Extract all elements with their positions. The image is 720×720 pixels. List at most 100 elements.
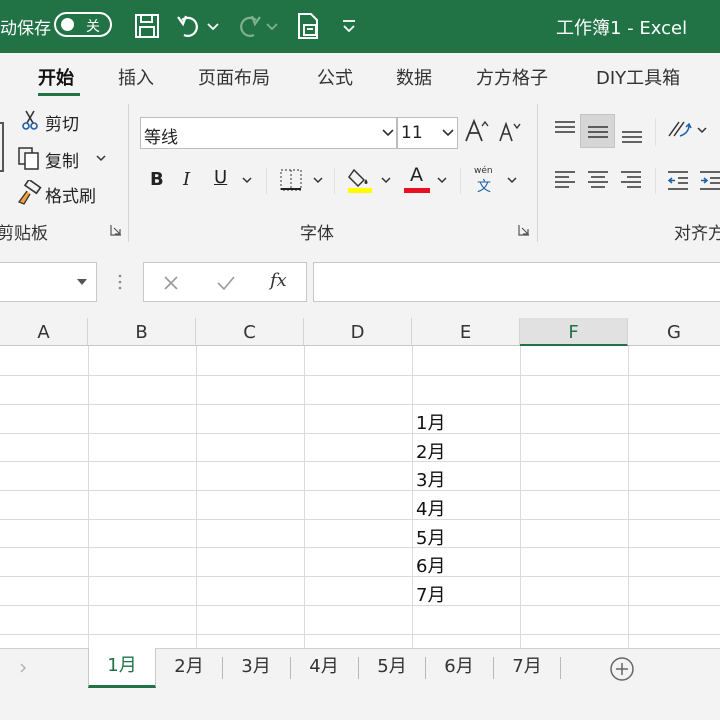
fill-color-icon[interactable]: [346, 166, 374, 194]
increase-indent-icon[interactable]: [698, 168, 720, 192]
cell-e-month[interactable]: 3月: [416, 466, 445, 492]
sheet-tab[interactable]: 6月: [426, 649, 492, 687]
drag-handle-icon[interactable]: [116, 273, 124, 291]
formula-bar: fx: [0, 246, 720, 318]
column-header-c[interactable]: C: [196, 318, 304, 346]
tab-diy-toolbox[interactable]: DIY工具箱: [596, 64, 680, 90]
cell-e-month[interactable]: 5月: [416, 524, 445, 550]
align-middle-icon: [588, 126, 608, 138]
column-header-f[interactable]: F: [520, 318, 628, 346]
undo-icon[interactable]: [174, 11, 204, 41]
window-title: 工作簿1 - Excel: [556, 18, 688, 39]
cell-e-month[interactable]: 2月: [416, 438, 445, 464]
borders-icon[interactable]: [279, 168, 303, 192]
sheet-tab[interactable]: 1月: [88, 648, 156, 688]
align-bottom-icon[interactable]: [620, 122, 644, 146]
decrease-indent-icon[interactable]: [666, 168, 690, 192]
font-color-letter: A: [410, 164, 423, 186]
ribbon: 剪切 复制 格式刷 剪贴板 等线 11 B I U A wén 文 字体 对齐方: [0, 100, 720, 246]
font-color-dropdown-icon[interactable]: [436, 174, 448, 186]
sheet-tab[interactable]: 5月: [359, 649, 425, 687]
increase-font-size-icon[interactable]: [464, 118, 490, 144]
orientation-icon[interactable]: [666, 116, 692, 142]
decrease-font-size-icon[interactable]: [498, 121, 522, 143]
worksheet-grid[interactable]: A B C D E F G 1月 2月 3月 4月 5月 6月 7月: [0, 318, 720, 648]
borders-dropdown-icon[interactable]: [312, 174, 324, 186]
tab-home[interactable]: 开始: [38, 64, 74, 90]
tab-page-layout[interactable]: 页面布局: [198, 64, 270, 90]
undo-dropdown-icon[interactable]: [205, 11, 221, 41]
font-color-swatch: [404, 188, 430, 193]
sheet-tab-divider: [560, 657, 561, 679]
column-header-a[interactable]: A: [0, 318, 88, 346]
scroll-tabs-right-icon[interactable]: [18, 662, 28, 674]
cut-button[interactable]: 剪切: [45, 110, 79, 135]
tab-insert[interactable]: 插入: [118, 64, 154, 90]
customize-qat-icon[interactable]: [340, 11, 358, 41]
align-right-icon[interactable]: [619, 168, 643, 192]
font-size-dropdown-icon[interactable]: [441, 124, 455, 140]
cell-e-month[interactable]: 4月: [416, 495, 445, 521]
fill-color-swatch: [348, 188, 372, 193]
column-header-g[interactable]: G: [628, 318, 720, 346]
gridlines: [0, 346, 720, 648]
copy-dropdown-icon[interactable]: [95, 152, 107, 164]
enter-icon[interactable]: [216, 274, 236, 292]
orientation-dropdown-icon[interactable]: [696, 124, 708, 136]
group-divider: [128, 104, 129, 242]
sheet-tab[interactable]: 3月: [223, 649, 289, 687]
phonetic-dropdown-icon[interactable]: [506, 174, 518, 186]
italic-button[interactable]: I: [183, 169, 190, 190]
sheet-tab[interactable]: 2月: [156, 649, 222, 687]
font-name-dropdown-icon[interactable]: [381, 124, 395, 140]
underline-button[interactable]: U: [214, 167, 227, 188]
column-header-d[interactable]: D: [304, 318, 412, 346]
font-color-button[interactable]: A: [404, 164, 430, 194]
align-top-icon[interactable]: [553, 118, 577, 142]
redo-icon[interactable]: [234, 11, 264, 41]
font-launcher-icon[interactable]: [518, 224, 530, 236]
status-bar: [0, 688, 720, 720]
column-header-b[interactable]: B: [88, 318, 196, 346]
column-header-e[interactable]: E: [412, 318, 520, 346]
underline-dropdown-icon[interactable]: [241, 174, 253, 186]
phonetic-guide-button[interactable]: wén 文: [472, 166, 500, 196]
add-sheet-icon[interactable]: [609, 656, 635, 682]
alignment-group-label: 对齐方: [674, 224, 720, 244]
scissors-icon: [22, 110, 38, 130]
align-center-icon[interactable]: [586, 168, 610, 192]
clipboard-launcher-icon[interactable]: [110, 224, 122, 236]
insert-function-button[interactable]: fx: [270, 270, 287, 291]
formula-input[interactable]: [313, 262, 720, 302]
sheet-tab[interactable]: 4月: [291, 649, 357, 687]
autosave-toggle[interactable]: 关: [54, 12, 112, 37]
name-box[interactable]: [0, 262, 97, 302]
align-middle-button[interactable]: [580, 114, 615, 148]
align-left-icon[interactable]: [553, 168, 577, 192]
font-size-combobox[interactable]: 11: [397, 117, 458, 149]
tab-data[interactable]: 数据: [396, 64, 432, 90]
cancel-icon[interactable]: [162, 274, 180, 292]
cell-e-month[interactable]: 6月: [416, 552, 445, 578]
autosave-label: 动保存: [0, 19, 51, 39]
format-painter-button[interactable]: 格式刷: [45, 182, 96, 207]
cell-e-month[interactable]: 1月: [416, 409, 445, 435]
name-box-dropdown-icon[interactable]: [76, 276, 88, 288]
sheet-tab[interactable]: 7月: [494, 649, 560, 687]
paste-icon[interactable]: [0, 122, 4, 172]
tab-fangfang[interactable]: 方方格子: [476, 64, 548, 90]
tab-formulas[interactable]: 公式: [317, 64, 353, 90]
font-name-combobox[interactable]: 等线: [140, 117, 397, 149]
redo-dropdown-icon[interactable]: [264, 11, 280, 41]
toggle-state-label: 关: [86, 19, 100, 35]
bold-button[interactable]: B: [150, 169, 164, 190]
formula-buttons: fx: [143, 262, 307, 302]
save-icon[interactable]: [132, 11, 162, 41]
align-divider: [655, 168, 656, 194]
cell-e-month[interactable]: 7月: [416, 581, 445, 607]
print-preview-icon[interactable]: [293, 11, 323, 41]
active-tab-indicator: [38, 93, 80, 96]
align-divider: [655, 118, 656, 146]
fill-color-dropdown-icon[interactable]: [380, 174, 392, 186]
copy-button[interactable]: 复制: [45, 147, 79, 172]
